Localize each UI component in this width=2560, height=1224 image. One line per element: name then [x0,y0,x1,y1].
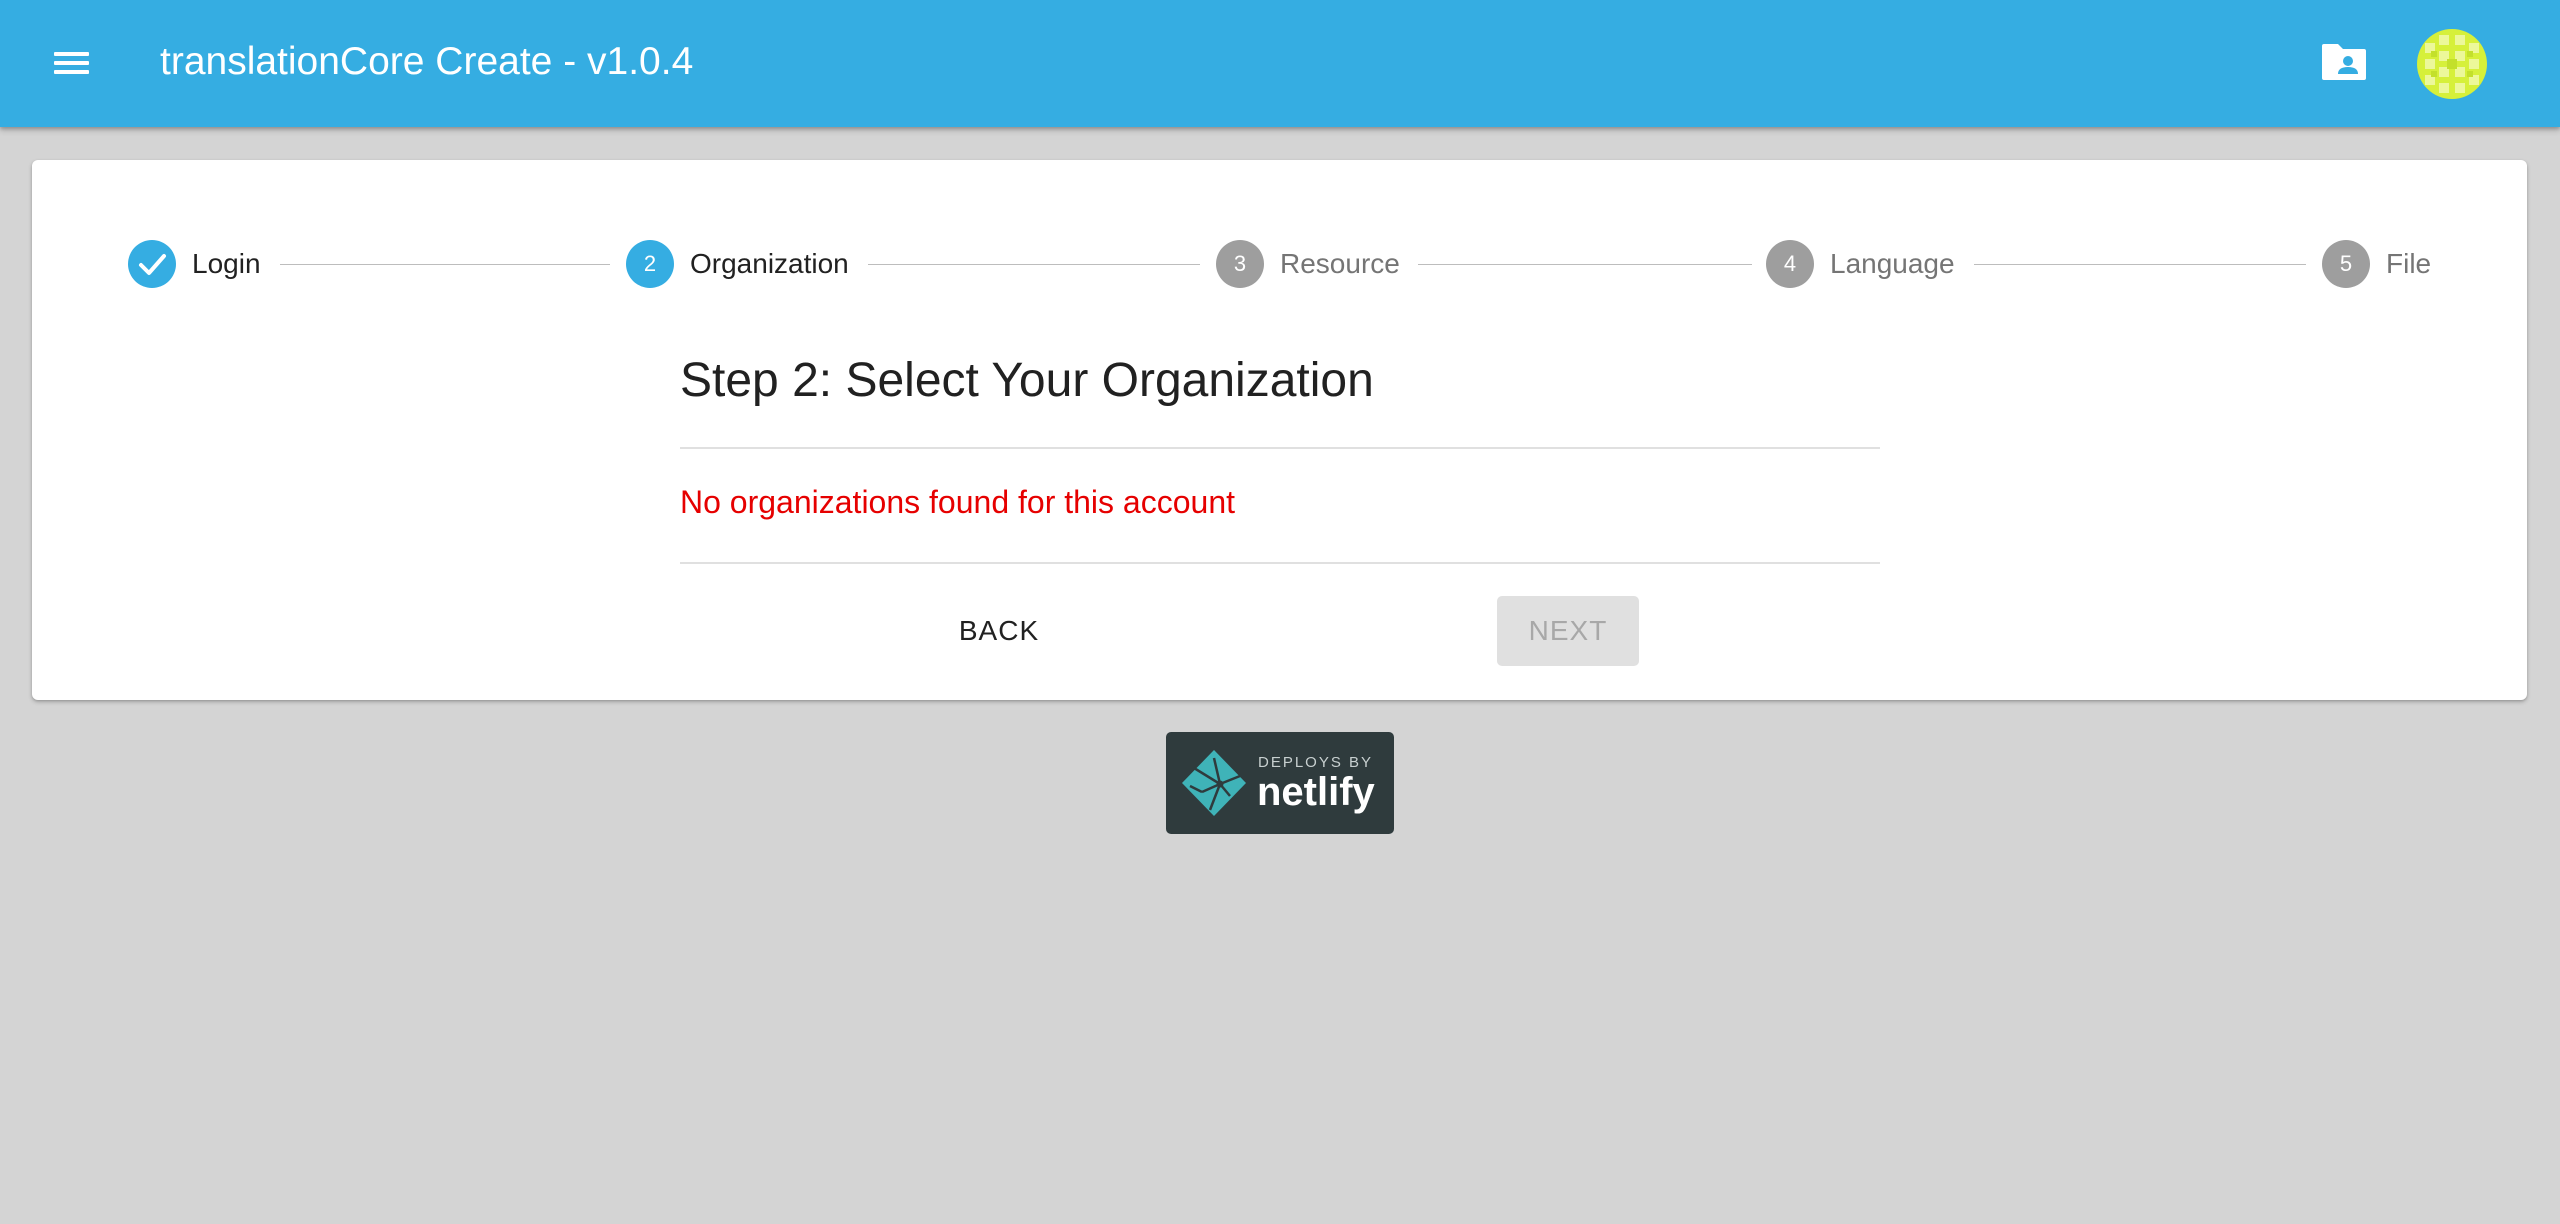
menu-button[interactable] [36,28,106,98]
netlify-badge-link[interactable]: DEPLOYS BY netlify [1166,732,1394,834]
divider [680,562,1880,564]
step-file-icon: 5 [2322,240,2370,288]
check-icon [139,254,166,275]
step-connector [868,264,1200,265]
step-login-label: Login [192,248,261,279]
step-connector [280,264,610,265]
back-button[interactable]: Back [899,596,1099,666]
app-title: translationCore Create - v1.0.4 [160,40,694,83]
next-button[interactable]: Next [1497,596,1639,666]
avatar[interactable] [2417,29,2487,99]
folder-account-button[interactable] [2320,40,2370,84]
step-connector [1418,264,1752,265]
step-file-label: File [2386,248,2432,279]
user-avatar-icon [2417,29,2487,99]
step-language-icon: 4 [1766,240,1814,288]
wizard-card: Login 2 Organization 3 Resource 4 Langua… [32,160,2527,700]
step-resource-label: Resource [1280,248,1400,279]
divider [680,447,1880,449]
step-login-icon [128,240,176,288]
error-message: No organizations found for this account [680,484,1235,520]
folder-account-icon [2322,44,2366,80]
step-resource-icon: 3 [1216,240,1264,288]
netlify-logo-icon [1182,750,1246,816]
app-bar: translationCore Create - v1.0.4 [0,0,2560,127]
step-organization-icon: 2 [626,240,674,288]
step-organization-label: Organization [690,248,849,279]
step-connector [1974,264,2306,265]
step-language-label: Language [1830,248,1955,279]
netlify-badge-wordmark: netlify [1257,770,1375,814]
step-heading: Step 2: Select Your Organization [680,354,1374,407]
